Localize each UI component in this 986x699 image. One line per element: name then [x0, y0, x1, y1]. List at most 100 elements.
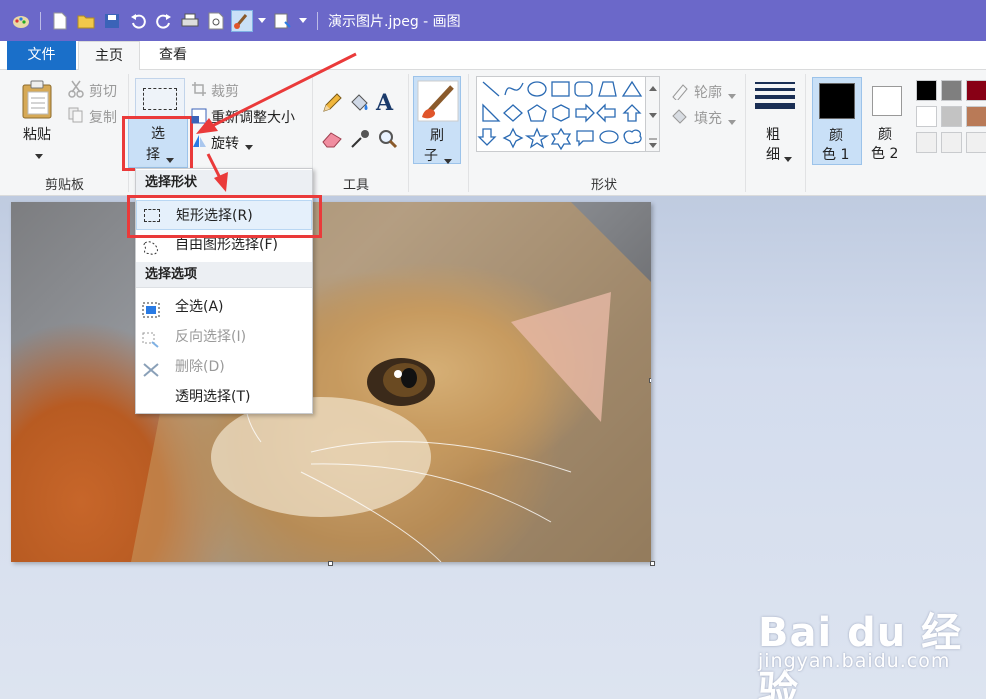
brushes-label-2: 子 — [424, 148, 438, 164]
print-preview-icon[interactable] — [205, 10, 227, 32]
paint-app-icon[interactable] — [10, 10, 32, 32]
undo-icon[interactable] — [127, 10, 149, 32]
redo-icon[interactable] — [153, 10, 175, 32]
rotate-chevron-icon[interactable] — [245, 139, 253, 154]
cut-icon[interactable] — [68, 80, 84, 102]
kitten-photo — [131, 202, 651, 562]
magnifier-icon[interactable] — [377, 128, 399, 154]
resize-handle-corner[interactable] — [650, 561, 655, 566]
tab-file[interactable]: 文件 — [7, 41, 76, 70]
palette-swatch[interactable] — [916, 106, 937, 127]
brushes-label-1: 刷 — [430, 128, 444, 144]
tools-group-label: 工具 — [343, 178, 370, 193]
paste-chevron-icon[interactable] — [35, 148, 43, 163]
palette-swatch[interactable] — [941, 80, 962, 101]
palette-swatch[interactable] — [941, 106, 962, 127]
select-all-icon — [142, 299, 160, 318]
highlight-select-button — [122, 116, 193, 171]
shapes-gallery[interactable] — [476, 76, 646, 152]
color1-button[interactable]: 颜 色 1 — [812, 77, 862, 165]
fill-icon[interactable] — [670, 107, 690, 129]
crop-icon[interactable] — [191, 81, 207, 101]
color1-swatch — [819, 83, 855, 119]
delete-label: 删除(D) — [175, 359, 225, 375]
palette-swatch[interactable] — [941, 132, 962, 153]
quick-access-toolbar — [0, 9, 322, 32]
copy-icon[interactable] — [68, 107, 84, 127]
baidu-watermark: Bai du 经验 jingyan.baidu.com — [758, 600, 986, 699]
resize-icon[interactable] — [191, 108, 207, 128]
save-icon[interactable] — [101, 10, 123, 32]
eraser-icon[interactable] — [321, 130, 343, 152]
print-icon[interactable] — [179, 10, 201, 32]
size-label-2: 细 — [766, 147, 780, 163]
rotate-icon[interactable] — [191, 133, 207, 153]
color-palette[interactable] — [913, 79, 986, 159]
select-all-label: 全选(A) — [175, 299, 224, 315]
tab-home[interactable]: 主页 — [78, 41, 140, 71]
color2-label-2: 色 2 — [871, 146, 899, 162]
watermark-url: jingyan.baidu.com — [758, 650, 951, 672]
ribbon-tabs: 文件 主页 查看 — [0, 41, 986, 71]
palette-swatch[interactable] — [966, 132, 986, 153]
transparent-select-label: 透明选择(T) — [175, 389, 251, 405]
menu-header-options: 选择选项 — [136, 262, 312, 288]
copy-button[interactable]: 复制 — [89, 107, 117, 127]
paste-icon[interactable] — [20, 80, 56, 124]
free-select-icon — [142, 237, 160, 255]
fill-chevron-icon[interactable] — [728, 114, 736, 129]
resize-button[interactable]: 重新调整大小 — [211, 107, 295, 127]
palette-swatch[interactable] — [916, 80, 937, 101]
customize-qa-icon[interactable] — [271, 10, 293, 32]
palette-swatch[interactable] — [966, 80, 986, 101]
new-file-icon[interactable] — [49, 10, 71, 32]
select-preview-box[interactable] — [135, 78, 185, 118]
fill-button[interactable]: 填充 — [694, 108, 722, 128]
menu-header-shapes: 选择形状 — [136, 170, 312, 196]
color2-button[interactable]: 颜 色 2 — [866, 77, 908, 165]
color2-label-1: 颜 — [878, 127, 892, 143]
paint-brush-qa-icon[interactable] — [231, 9, 253, 32]
free-select-label: 自由图形选择(F) — [175, 237, 278, 253]
palette-swatch[interactable] — [966, 106, 986, 127]
resize-handle[interactable] — [649, 378, 651, 383]
clipboard-group-label: 剪贴板 — [45, 178, 85, 193]
pencil-icon[interactable] — [321, 92, 343, 118]
text-icon[interactable]: A — [376, 90, 393, 116]
outline-chevron-icon[interactable] — [728, 88, 736, 103]
size-label-1: 粗 — [766, 127, 780, 143]
invert-select-icon — [142, 329, 160, 348]
tab-view[interactable]: 查看 — [142, 41, 204, 70]
rotate-button[interactable]: 旋转 — [211, 133, 239, 153]
chevron-down-icon — [444, 153, 452, 168]
outline-icon[interactable] — [670, 82, 690, 104]
chevron-down-icon[interactable] — [257, 10, 267, 32]
color1-label-1: 颜 — [829, 128, 843, 144]
cut-button[interactable]: 剪切 — [89, 81, 117, 101]
crop-button[interactable]: 裁剪 — [211, 81, 239, 101]
open-file-icon[interactable] — [75, 10, 97, 32]
title-bar: 演示图片.jpeg - 画图 — [0, 0, 986, 41]
color1-label-2: 色 1 — [822, 147, 850, 163]
color2-swatch — [872, 86, 902, 116]
palette-swatch[interactable] — [916, 132, 937, 153]
resize-handle-bottom[interactable] — [328, 561, 333, 566]
image-canvas[interactable] — [11, 202, 651, 562]
delete-icon — [142, 359, 160, 377]
paste-button[interactable]: 粘贴 — [23, 124, 51, 144]
highlight-rect-select — [127, 195, 322, 238]
menu-item-invert-select[interactable]: 反向选择(I) — [136, 322, 312, 352]
menu-item-delete[interactable]: 删除(D) — [136, 352, 312, 382]
chevron-down-icon — [784, 151, 792, 166]
brushes-button[interactable]: 刷 子 — [413, 76, 461, 164]
menu-item-select-all[interactable]: 全选(A) — [136, 292, 312, 322]
shapes-scrollbar[interactable] — [646, 76, 660, 152]
outline-button[interactable]: 轮廓 — [694, 82, 722, 102]
window-title: 演示图片.jpeg - 画图 — [328, 13, 461, 30]
invert-select-label: 反向选择(I) — [175, 329, 247, 345]
size-button[interactable]: 粗 细 — [751, 80, 799, 164]
color-picker-icon[interactable] — [349, 128, 371, 154]
dropdown-arrow-icon[interactable] — [297, 10, 309, 32]
menu-item-transparent-select[interactable]: 透明选择(T) — [136, 382, 312, 412]
fill-bucket-icon[interactable] — [348, 92, 370, 118]
